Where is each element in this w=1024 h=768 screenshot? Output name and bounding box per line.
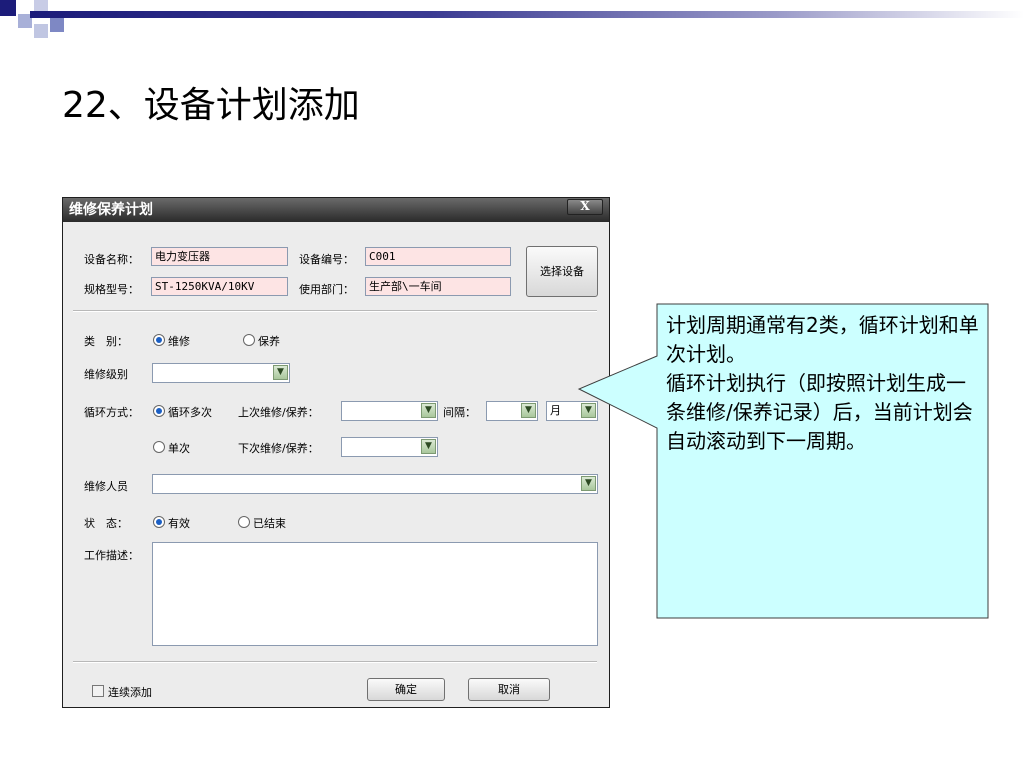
separator xyxy=(73,310,597,312)
device-code-label: 设备编号： xyxy=(299,253,354,266)
chevron-down-icon[interactable]: ▼ xyxy=(273,365,288,380)
next-maintenance-label: 下次维修/保养： xyxy=(238,442,319,455)
category-option-label: 保养 xyxy=(258,335,280,348)
radio-checked-icon xyxy=(153,334,165,346)
cancel-button[interactable]: 取消 xyxy=(468,678,550,701)
maintenance-plan-dialog: 维修保养计划 X 设备名称： 电力变压器 设备编号： C001 规格型号： ST… xyxy=(62,197,610,708)
next-maintenance-date[interactable]: ▼ xyxy=(341,437,438,457)
description-textarea[interactable] xyxy=(152,542,598,646)
select-device-button[interactable]: 选择设备 xyxy=(526,246,598,297)
interval-label: 间隔： xyxy=(443,406,476,419)
status-option-label: 已结束 xyxy=(253,517,286,530)
status-label: 状 态： xyxy=(84,517,128,530)
chevron-down-icon[interactable]: ▼ xyxy=(421,439,436,454)
status-option-label: 有效 xyxy=(168,517,190,530)
separator xyxy=(73,661,597,663)
model-label: 规格型号： xyxy=(84,283,139,296)
cycle-radio-multiple[interactable]: 循环多次 xyxy=(153,404,212,420)
checkbox-unchecked-icon xyxy=(92,685,104,697)
device-name-field[interactable]: 电力变压器 xyxy=(151,247,288,266)
category-option-label: 维修 xyxy=(168,335,190,348)
chevron-down-icon[interactable]: ▼ xyxy=(521,403,536,418)
decor-square xyxy=(34,24,48,38)
status-radio-valid[interactable]: 有效 xyxy=(153,515,190,531)
interval-select[interactable]: ▼ xyxy=(486,401,538,421)
dept-field[interactable]: 生产部\一车间 xyxy=(365,277,511,296)
category-radio-repair[interactable]: 维修 xyxy=(153,333,190,349)
description-label: 工作描述： xyxy=(84,549,139,562)
repair-level-label: 维修级别 xyxy=(84,368,128,381)
radio-unchecked-icon xyxy=(243,334,255,346)
radio-unchecked-icon xyxy=(153,441,165,453)
device-code-field[interactable]: C001 xyxy=(365,247,511,266)
decor-square xyxy=(50,18,64,32)
category-radio-maintain[interactable]: 保养 xyxy=(243,333,280,349)
header-gradient-bar xyxy=(30,11,1024,18)
radio-unchecked-icon xyxy=(238,516,250,528)
dialog-title: 维修保养计划 xyxy=(69,202,153,218)
chevron-down-icon[interactable]: ▼ xyxy=(421,403,436,418)
staff-select[interactable]: ▼ xyxy=(152,474,598,494)
decor-square xyxy=(0,0,16,16)
ok-button[interactable]: 确定 xyxy=(367,678,445,701)
dialog-titlebar: 维修保养计划 X xyxy=(63,198,609,222)
continuous-add-checkbox[interactable]: 连续添加 xyxy=(92,684,152,700)
cycle-option-label: 单次 xyxy=(168,442,190,455)
staff-label: 维修人员 xyxy=(84,480,128,493)
interval-unit-value: 月 xyxy=(550,404,561,417)
repair-level-select[interactable]: ▼ xyxy=(152,363,290,383)
radio-checked-icon xyxy=(153,405,165,417)
slide-title: 22、设备计划添加 xyxy=(62,85,360,126)
last-maintenance-label: 上次维修/保养： xyxy=(238,406,319,419)
dept-label: 使用部门： xyxy=(299,283,354,296)
last-maintenance-date[interactable]: ▼ xyxy=(341,401,438,421)
callout-text: 计划周期通常有2类，循环计划和单次计划。 循环计划执行（即按照计划生成一条维修/… xyxy=(666,313,979,453)
category-label: 类 别： xyxy=(84,335,128,348)
cycle-option-label: 循环多次 xyxy=(168,406,212,419)
continuous-add-label: 连续添加 xyxy=(108,686,152,699)
model-field[interactable]: ST-1250KVA/10KV xyxy=(151,277,288,296)
cycle-label: 循环方式： xyxy=(84,406,139,419)
status-radio-ended[interactable]: 已结束 xyxy=(238,515,286,531)
radio-checked-icon xyxy=(153,516,165,528)
device-name-label: 设备名称： xyxy=(84,253,139,266)
close-button[interactable]: X xyxy=(567,199,603,215)
cycle-radio-single[interactable]: 单次 xyxy=(153,440,190,456)
